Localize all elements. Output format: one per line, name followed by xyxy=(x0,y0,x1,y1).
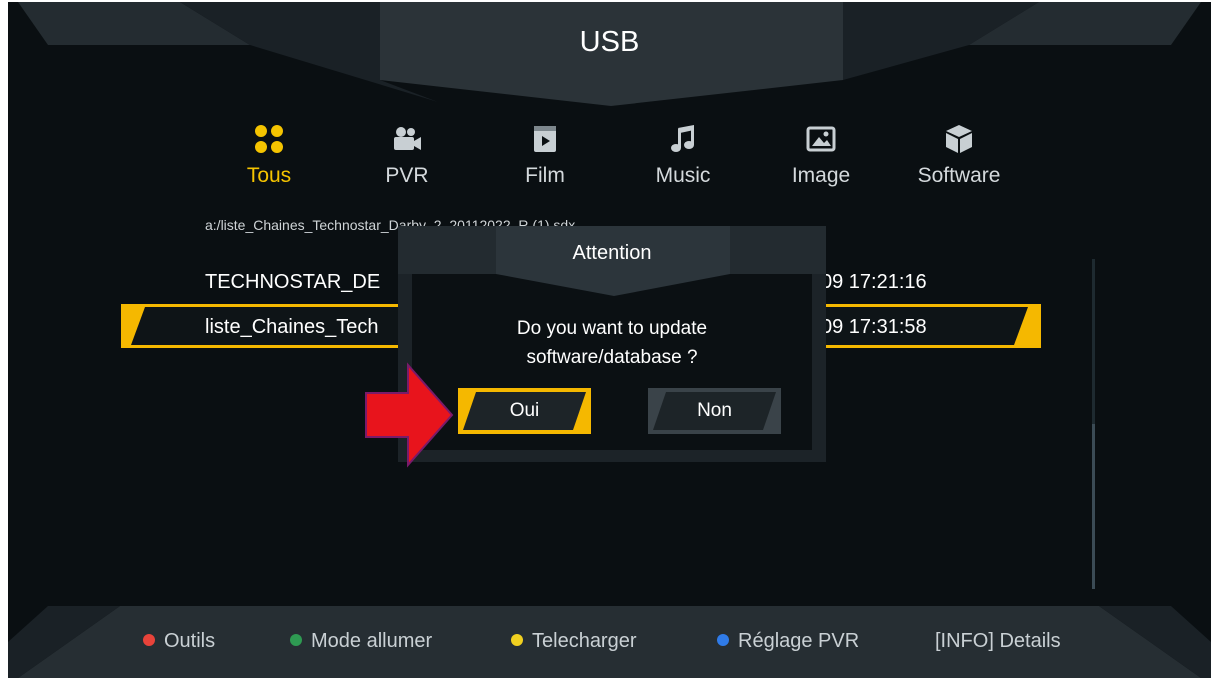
tab-film-label: Film xyxy=(525,164,565,187)
tab-software-label: Software xyxy=(917,164,1001,187)
footer-telecharger-label: Telecharger xyxy=(532,630,637,652)
tab-image[interactable]: Image xyxy=(761,122,881,188)
file-date: 09 17:21:16 xyxy=(821,271,927,293)
tab-pvr-label: PVR xyxy=(385,164,429,187)
tab-pvr[interactable]: PVR xyxy=(347,122,467,188)
tab-tous[interactable]: Tous xyxy=(209,122,329,188)
yellow-dot-icon xyxy=(511,634,523,646)
file-date: 09 17:31:58 xyxy=(821,316,927,338)
footer-outils-label: Outils xyxy=(164,630,216,652)
footer-reglage-pvr-label: Réglage PVR xyxy=(738,630,860,652)
non-button-label: Non xyxy=(697,400,732,421)
blue-dot-icon xyxy=(717,634,729,646)
red-dot-icon xyxy=(143,634,155,646)
attention-dialog: Attention Do you want to update software… xyxy=(398,226,826,462)
file-name: liste_Chaines_Tech xyxy=(205,316,379,338)
footer-outils: Outils xyxy=(143,630,215,653)
footer-telecharger: Telecharger xyxy=(511,630,637,653)
dialog-message: Do you want to update software/database … xyxy=(398,314,826,372)
oui-button[interactable]: Oui xyxy=(458,388,591,434)
film-icon xyxy=(534,126,556,152)
oui-button-label: Oui xyxy=(509,400,540,421)
dialog-message-line1: Do you want to update xyxy=(516,318,708,339)
scrollbar-thumb[interactable] xyxy=(1092,424,1095,589)
dialog-title: Attention xyxy=(572,242,652,264)
dialog-message-line2: software/database ? xyxy=(526,347,698,368)
music-note-icon xyxy=(671,125,694,152)
non-button[interactable]: Non xyxy=(648,388,781,434)
page-title: USB xyxy=(579,26,640,58)
green-dot-icon xyxy=(290,634,302,646)
video-camera-icon xyxy=(394,127,421,150)
tab-software[interactable]: Software xyxy=(899,122,1019,188)
usb-screen: USB Tous PVR Film Music Image Software a… xyxy=(8,2,1211,678)
box-icon xyxy=(946,125,972,153)
image-icon xyxy=(806,126,836,152)
tab-tous-label: Tous xyxy=(246,164,292,187)
footer-reglage-pvr: Réglage PVR xyxy=(717,630,859,653)
scrollbar[interactable] xyxy=(1092,259,1095,589)
footer-info-details: [INFO] Details xyxy=(935,630,1061,652)
tab-music[interactable]: Music xyxy=(623,122,743,188)
footer-mode-allumer-label: Mode allumer xyxy=(311,630,433,652)
tab-image-label: Image xyxy=(791,164,851,187)
arrow-icon xyxy=(365,362,454,468)
grid-icon xyxy=(255,125,283,153)
tab-music-label: Music xyxy=(655,164,711,187)
file-name: TECHNOSTAR_DE xyxy=(205,271,381,293)
tab-film[interactable]: Film xyxy=(485,122,605,188)
footer-mode-allumer: Mode allumer xyxy=(290,630,432,653)
